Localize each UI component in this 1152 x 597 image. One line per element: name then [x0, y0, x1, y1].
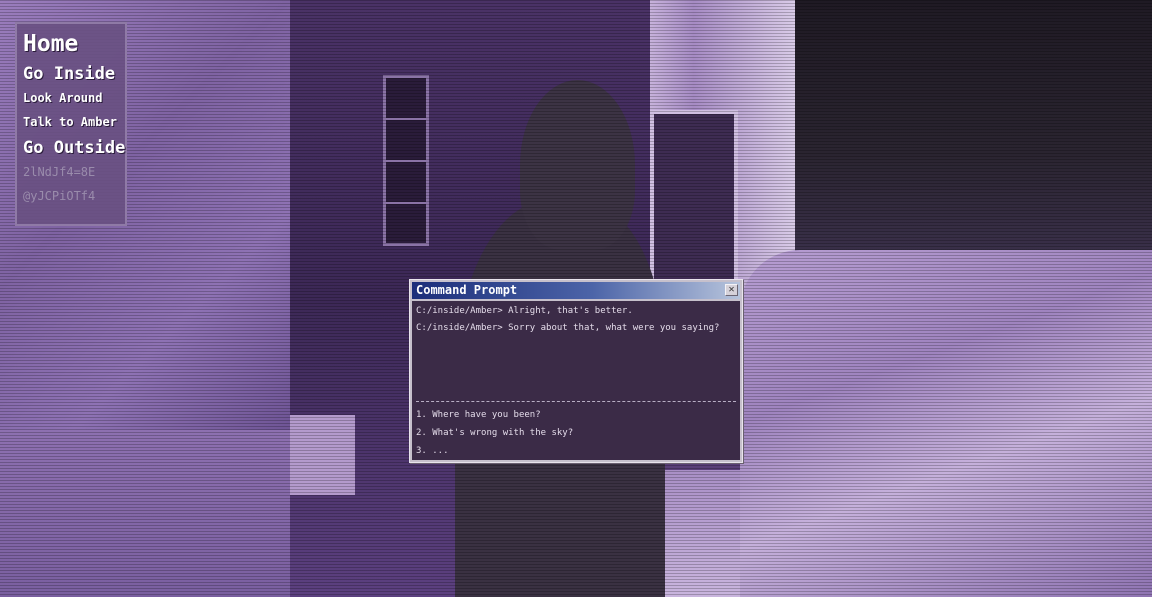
command-prompt-window: Command Prompt ✕ C:/inside/Amber> Alrigh…	[409, 279, 743, 463]
prompt-line: C:/inside/Amber> Sorry about that, what …	[416, 323, 720, 333]
divider	[416, 401, 736, 402]
nav-code-2: @yJCPiOTf4	[23, 189, 96, 203]
nav-talk-to-amber-link[interactable]: Talk to Amber	[23, 110, 125, 134]
wall-block	[290, 415, 355, 495]
door-window	[650, 110, 738, 288]
nav-go-outside-link[interactable]: Go Outside	[23, 136, 125, 160]
dialogue-option-1[interactable]: 1. Where have you been?	[416, 407, 541, 424]
nav-home-link[interactable]: Home	[23, 28, 125, 60]
command-prompt-title: Command Prompt	[416, 283, 518, 297]
command-prompt-output: C:/inside/Amber> Alright, that's better.…	[412, 301, 740, 460]
sofa	[740, 250, 1152, 597]
dialogue-option-3[interactable]: 3. ...	[416, 443, 449, 460]
small-window	[383, 75, 429, 246]
dialogue-option-2[interactable]: 2. What's wrong with the sky?	[416, 425, 573, 442]
close-icon[interactable]: ✕	[725, 284, 738, 296]
nav-go-inside-link[interactable]: Go Inside	[23, 62, 125, 86]
outside-window	[795, 0, 1152, 255]
nav-look-around-link[interactable]: Look Around	[23, 86, 125, 110]
command-prompt-title-bar[interactable]: Command Prompt ✕	[412, 282, 740, 299]
nav-code-1: 2lNdJf4=8E	[23, 165, 96, 179]
amber-silhouette-head	[520, 80, 635, 250]
navigation-menu: Home Go Inside Look Around Talk to Amber…	[15, 22, 127, 226]
prompt-line: C:/inside/Amber> Alright, that's better.	[416, 306, 633, 316]
